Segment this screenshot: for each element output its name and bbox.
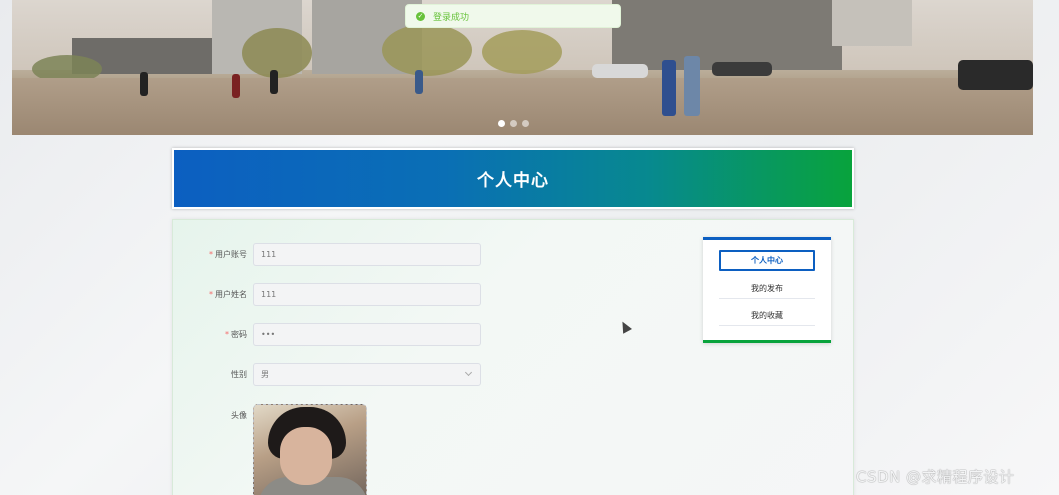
page-title: 个人中心 [477,171,549,191]
account-label-text: 用户账号 [215,250,247,259]
gender-value: 男 [261,370,269,379]
carousel-person [232,74,240,98]
required-mark: * [225,330,229,339]
carousel-building [832,0,912,46]
account-label: * 用户账号 [173,249,253,260]
password-input[interactable]: ••• [253,323,481,346]
toast-message: 登录成功 [433,12,470,23]
carousel-person [270,70,278,94]
menu-item-my-posts[interactable]: 我的发布 [719,278,815,299]
form-row-account: * 用户账号 111 [173,243,481,266]
carousel-car [592,64,648,78]
form-row-password: * 密码 ••• [173,323,481,346]
carousel-person [140,72,148,96]
carousel-tree [482,30,562,74]
password-value: ••• [261,330,276,339]
gender-label-text: 性别 [231,370,247,379]
carousel-dot[interactable] [498,120,505,127]
success-toast: ✓ 登录成功 [405,4,621,28]
menu-item-profile[interactable]: 个人中心 [719,250,815,271]
profile-side-menu: 个人中心 我的发布 我的收藏 [703,237,831,343]
avatar-label: 头像 [173,404,253,421]
account-input[interactable]: 111 [253,243,481,266]
account-value: 111 [261,250,277,259]
carousel-tree [382,24,472,76]
password-label: * 密码 [173,329,253,340]
check-circle-icon: ✓ [416,11,425,21]
gender-label: 性别 [173,369,253,380]
carousel-building [612,0,842,70]
carousel-person [662,60,676,116]
avatar-uploader[interactable] [253,404,367,495]
menu-item-my-favorites[interactable]: 我的收藏 [719,305,815,326]
name-label-text: 用户姓名 [215,290,247,299]
carousel-car [958,60,1033,90]
carousel-dot[interactable] [522,120,529,127]
carousel-person [684,56,700,116]
avatar-photo-face [280,427,332,485]
form-row-gender: 性别 男 [173,363,481,386]
page-title-bar: 个人中心 [172,148,854,209]
carousel-car [712,62,772,76]
carousel-indicators [498,120,529,127]
name-label: * 用户姓名 [173,289,253,300]
name-value: 111 [261,290,277,299]
form-row-avatar: 头像 [173,404,367,495]
chevron-down-icon [464,368,473,377]
watermark: CSDN @求精程序设计 [856,468,1015,486]
gender-select[interactable]: 男 [253,363,481,386]
carousel-person [415,70,423,94]
required-mark: * [209,250,213,259]
carousel-dot[interactable] [510,120,517,127]
name-input[interactable]: 111 [253,283,481,306]
avatar-label-text: 头像 [231,411,247,420]
form-row-name: * 用户姓名 111 [173,283,481,306]
password-label-text: 密码 [231,330,247,339]
required-mark: * [209,290,213,299]
